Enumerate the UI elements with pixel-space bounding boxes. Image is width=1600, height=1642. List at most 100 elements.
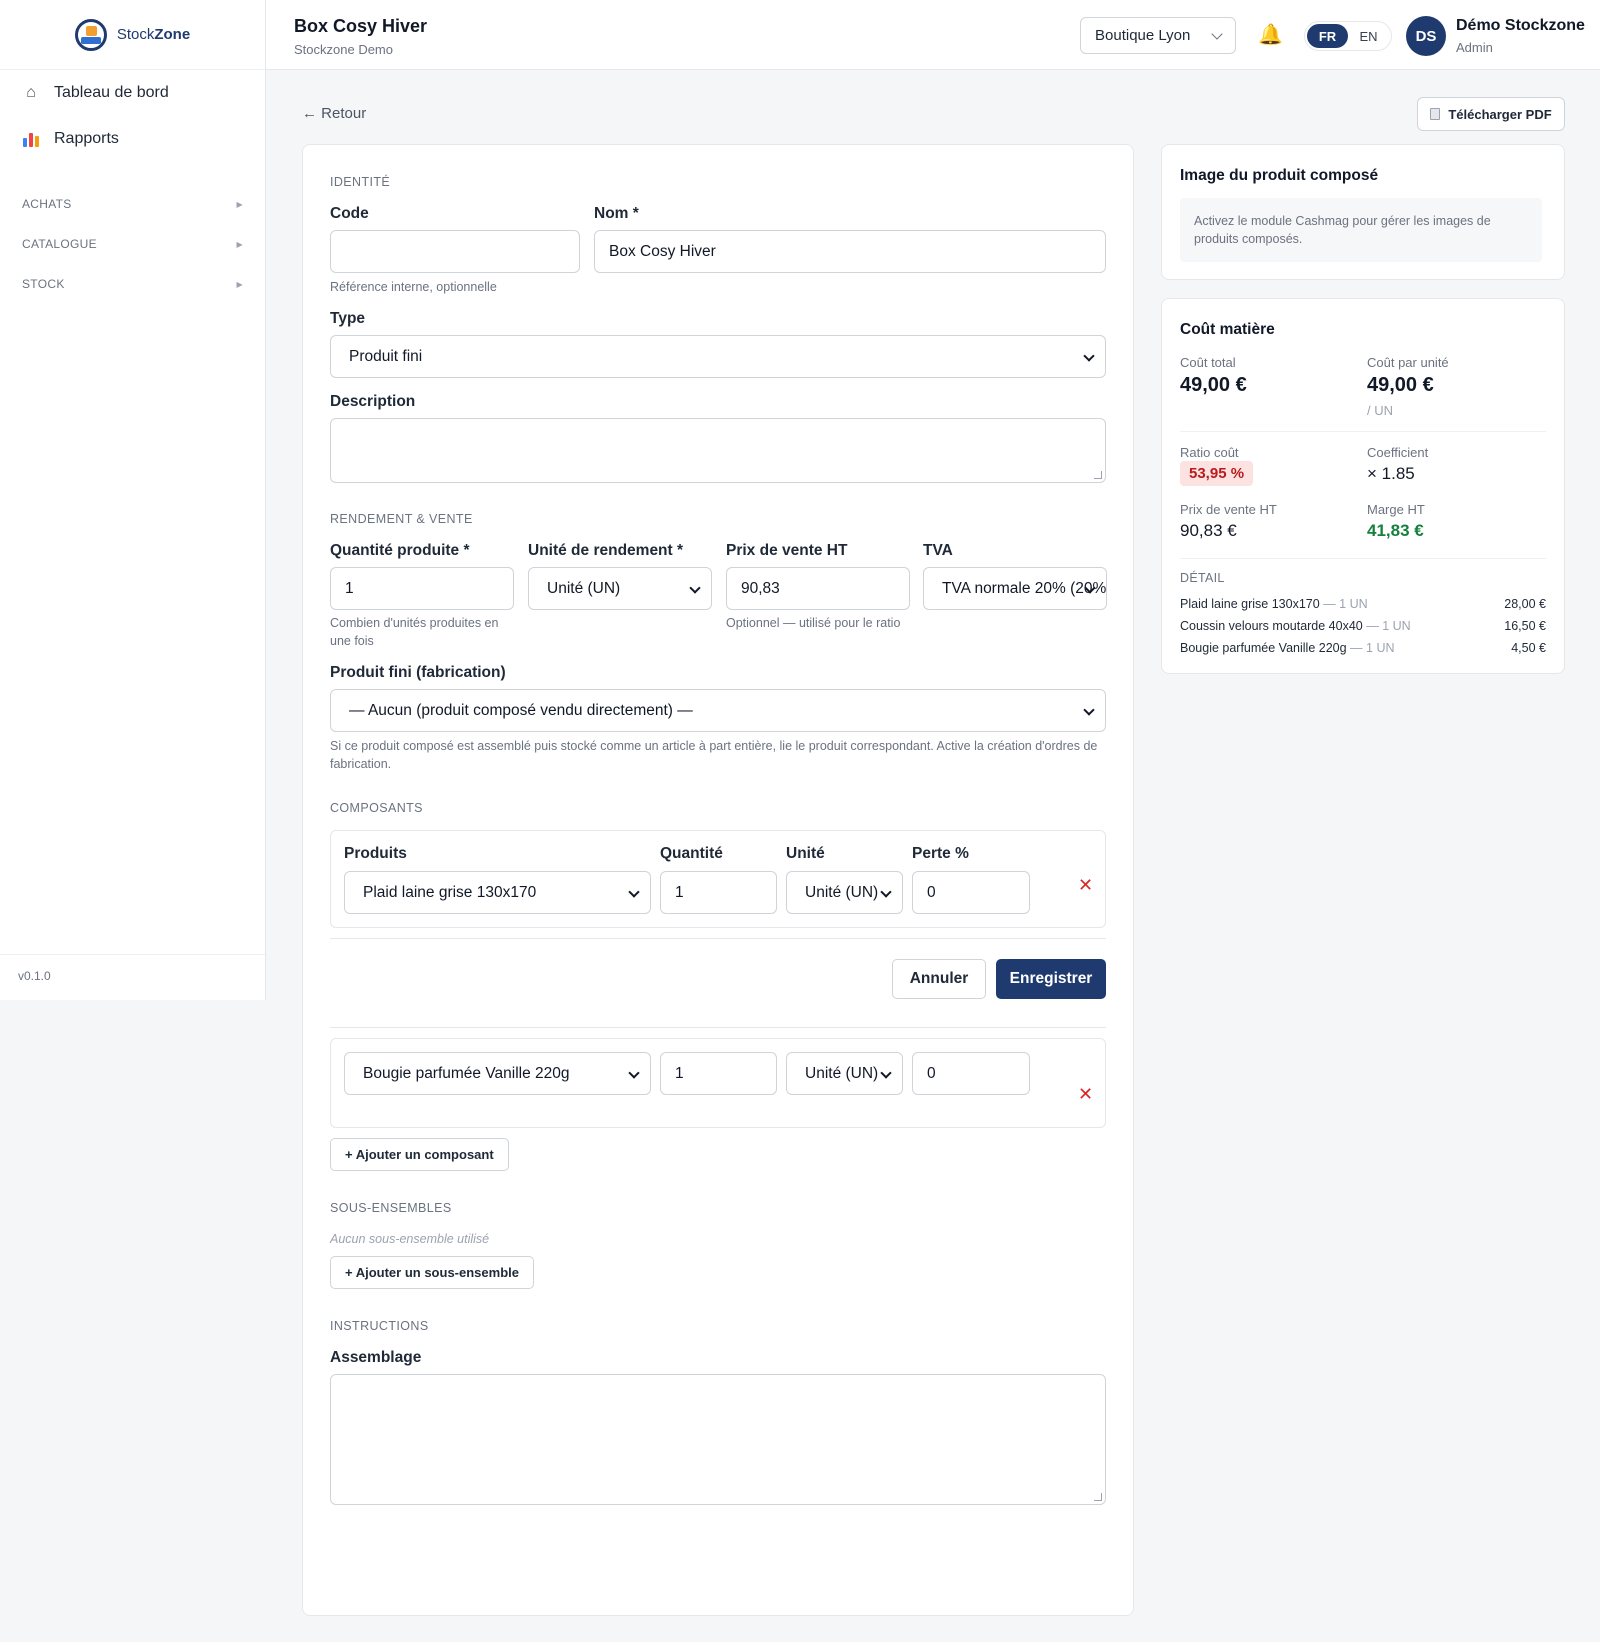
page-title: Box Cosy Hiver — [294, 16, 428, 36]
component-loss-input[interactable]: 0 — [912, 871, 1030, 914]
description-textarea[interactable] — [330, 418, 1106, 483]
section-instructions: INSTRUCTIONS — [330, 1319, 429, 1333]
component-qty-input[interactable]: 1 — [660, 871, 777, 914]
ratio-label: Ratio coût — [1180, 445, 1239, 460]
divider — [1180, 558, 1546, 559]
name-input[interactable]: Box Cosy Hiver — [594, 230, 1106, 273]
sidebar-item-label: Tableau de bord — [54, 84, 169, 101]
add-subassembly-button[interactable]: + Ajouter un sous-ensemble — [330, 1256, 534, 1289]
document-icon — [1430, 108, 1441, 120]
stockzone-logo-icon — [74, 18, 107, 51]
finished-product-select[interactable]: — Aucun (produit composé vendu directeme… — [330, 689, 1106, 732]
divider — [1180, 431, 1546, 432]
back-link[interactable]: ← Retour — [302, 105, 366, 122]
unit-cost-unit: / UN — [1367, 403, 1393, 418]
remove-component-icon[interactable]: ✕ — [1078, 1084, 1093, 1105]
caret-right-icon: ▶ — [236, 279, 243, 289]
total-cost-value: 49,00 € — [1180, 374, 1247, 396]
section-label: CATALOGUE — [22, 237, 97, 251]
sale-price-ht-label: Prix de vente HT — [1180, 502, 1277, 517]
section-components: COMPOSANTS — [330, 801, 423, 815]
brand-name: StockZone — [116, 26, 191, 43]
component-product-select[interactable]: Bougie parfumée Vanille 220g — [344, 1052, 651, 1095]
sale-price-label: Prix de vente HT — [726, 542, 848, 559]
col-product-label: Produits — [344, 845, 407, 862]
caret-right-icon: ▶ — [236, 239, 243, 249]
sidebar-section-stock[interactable]: STOCK ▶ — [0, 264, 265, 304]
yield-unit-label: Unité de rendement * — [528, 542, 684, 559]
section-yield: RENDEMENT & VENTE — [330, 512, 473, 526]
material-cost-card: Coût matière Coût total 49,00 € Coût par… — [1161, 298, 1565, 674]
margin-ht-value: 41,83 € — [1367, 521, 1424, 540]
detail-row: Plaid laine grise 130x170 — 1 UN 28,00 € — [1180, 597, 1546, 611]
col-qty-label: Quantité — [660, 845, 723, 862]
component-product-select[interactable]: Plaid laine grise 130x170 — [344, 871, 651, 914]
detail-item-qty: — 1 UN — [1323, 597, 1368, 611]
finished-product-hint: Si ce produit composé est assemblé puis … — [330, 739, 1098, 771]
detail-item-amount: 16,50 € — [1504, 619, 1546, 633]
unit-cost-value: 49,00 € — [1367, 374, 1434, 396]
add-component-button[interactable]: + Ajouter un composant — [330, 1138, 509, 1171]
sidebar-section-catalogue[interactable]: CATALOGUE ▶ — [0, 224, 265, 264]
logo[interactable]: StockZone — [0, 0, 265, 70]
subassemblies-empty: Aucun sous-ensemble utilisé — [330, 1232, 490, 1246]
detail-label: DÉTAIL — [1180, 571, 1225, 585]
chevron-down-icon — [1211, 27, 1223, 40]
unit-cost-label: Coût par unité — [1367, 355, 1449, 370]
image-card-title: Image du produit composé — [1180, 167, 1379, 184]
detail-item-amount: 4,50 € — [1511, 641, 1546, 655]
coefficient-label: Coefficient — [1367, 445, 1429, 460]
cost-card-title: Coût matière — [1180, 321, 1275, 338]
section-identity: IDENTITÉ — [330, 175, 391, 189]
tva-select[interactable]: TVA normale 20% (20%) — [923, 567, 1107, 610]
bell-icon[interactable]: 🔔 — [1258, 22, 1283, 47]
download-pdf-button[interactable]: Télécharger PDF — [1417, 97, 1565, 131]
image-info-message: Activez le module Cashmag pour gérer les… — [1180, 198, 1542, 262]
component-unit-select[interactable]: Unité (UN) — [786, 871, 903, 914]
assembly-textarea[interactable] — [330, 1374, 1106, 1505]
detail-item-amount: 28,00 € — [1504, 597, 1546, 611]
type-label: Type — [330, 310, 366, 327]
yield-unit-select[interactable]: Unité (UN) — [528, 567, 712, 610]
avatar[interactable]: DS — [1406, 16, 1446, 56]
home-icon: ⌂ — [26, 84, 36, 101]
topbar: Box Cosy Hiver Stockzone Demo Boutique L… — [266, 0, 1600, 70]
detail-item: Bougie parfumée Vanille 220g — 1 UN — [1180, 641, 1395, 655]
component-unit-select[interactable]: Unité (UN) — [786, 1052, 903, 1095]
lang-fr-button[interactable]: FR — [1307, 24, 1348, 48]
section-label: ACHATS — [22, 197, 72, 211]
name-label: Nom * — [594, 205, 639, 222]
product-image-card: Image du produit composé Activez le modu… — [1161, 144, 1565, 280]
cancel-button[interactable]: Annuler — [892, 959, 986, 999]
form-action-bar — [330, 938, 1106, 1028]
remove-component-icon[interactable]: ✕ — [1078, 875, 1093, 896]
store-selector[interactable]: Boutique Lyon — [1080, 17, 1236, 54]
sidebar-item-reports[interactable]: Rapports — [0, 116, 265, 162]
section-label: STOCK — [22, 277, 65, 291]
save-button[interactable]: Enregistrer — [996, 959, 1106, 999]
detail-item: Coussin velours moutarde 40x40 — 1 UN — [1180, 619, 1411, 633]
qty-hint: Combien d'unités produites en une fois — [330, 616, 499, 648]
detail-item-name: Bougie parfumée Vanille 220g — [1180, 641, 1347, 655]
qty-input[interactable]: 1 — [330, 567, 514, 610]
user-name: Démo Stockzone — [1456, 17, 1585, 34]
tva-label: TVA — [923, 542, 953, 559]
component-qty-input[interactable]: 1 — [660, 1052, 777, 1095]
finished-product-label: Produit fini (fabrication) — [330, 664, 506, 681]
qty-label: Quantité produite * — [330, 542, 470, 559]
sale-price-hint: Optionnel — utilisé pour le ratio — [726, 616, 901, 630]
download-pdf-label: Télécharger PDF — [1448, 106, 1552, 122]
type-select[interactable]: Produit fini — [330, 335, 1106, 378]
sidebar-section-achats[interactable]: ACHATS ▶ — [0, 184, 265, 224]
code-input[interactable] — [330, 230, 580, 273]
sale-price-input[interactable]: 90,83 — [726, 567, 910, 610]
ratio-badge: 53,95 % — [1180, 461, 1254, 486]
sidebar-item-label: Rapports — [54, 130, 119, 147]
sidebar-item-dashboard[interactable]: ⌂ Tableau de bord — [0, 70, 265, 116]
col-loss-label: Perte % — [912, 845, 969, 862]
lang-en-button[interactable]: EN — [1348, 24, 1389, 48]
component-loss-input[interactable]: 0 — [912, 1052, 1030, 1095]
sale-price-ht-value: 90,83 € — [1180, 521, 1237, 540]
store-name: Boutique Lyon — [1095, 27, 1191, 44]
user-role: Admin — [1456, 40, 1493, 55]
